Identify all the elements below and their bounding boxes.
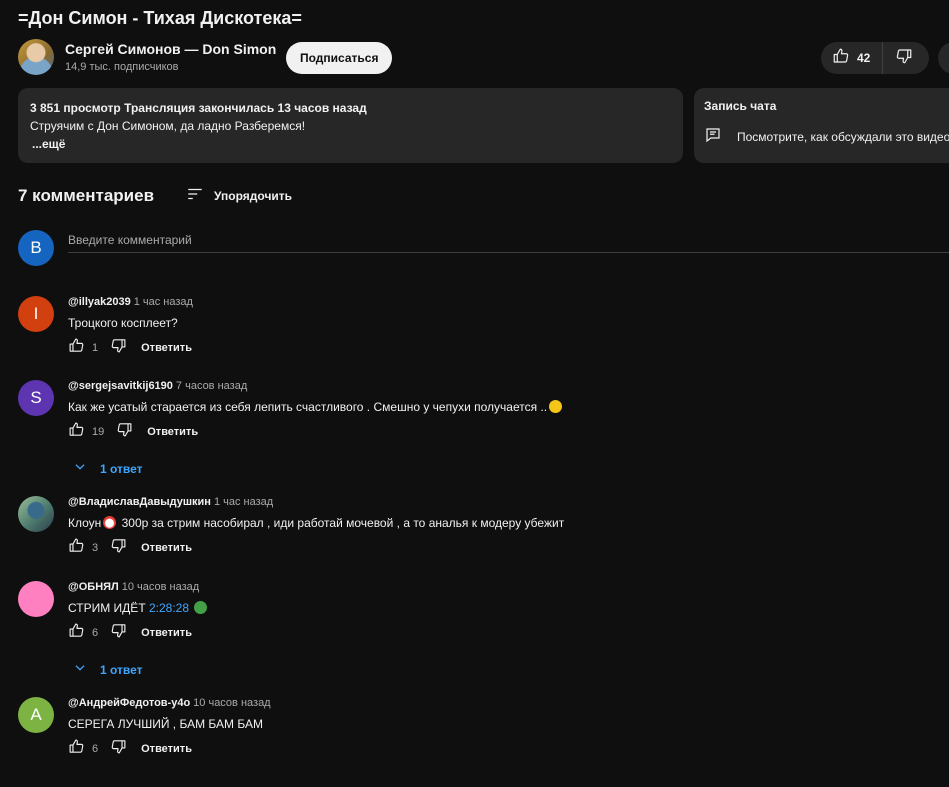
comment-like-button[interactable] xyxy=(68,622,85,644)
comment-dislike-button[interactable] xyxy=(116,421,133,443)
comment-like-button[interactable] xyxy=(68,537,85,559)
comments-header: 7 комментариев Упорядочить xyxy=(18,185,292,206)
user-avatar: В xyxy=(18,230,54,266)
like-count: 42 xyxy=(857,51,871,65)
green-circle-emoji xyxy=(194,601,208,614)
comment-like-button[interactable] xyxy=(68,738,85,760)
timestamp-link[interactable]: 2:28:28 xyxy=(149,601,189,615)
thumbs-down-icon xyxy=(110,337,127,359)
thumbs-down-icon xyxy=(110,622,127,644)
comment-text: Как же усатый старается из себя лепить с… xyxy=(68,400,564,414)
subscribe-button[interactable]: Подписаться xyxy=(286,42,393,74)
chevron-down-icon xyxy=(73,460,100,477)
comment-like-count: 6 xyxy=(92,743,99,755)
comment-like-button[interactable] xyxy=(68,337,85,359)
comment-author[interactable]: @АндрейФедотов-у4о xyxy=(68,697,190,709)
grinning-sweat-emoji xyxy=(549,400,563,413)
comment-text: Троцкого косплеет? xyxy=(68,316,178,330)
comment-author[interactable]: @illyak2039 xyxy=(68,296,131,308)
thumbs-up-icon xyxy=(68,622,85,644)
comment-time[interactable]: 10 часов назад xyxy=(122,581,199,593)
comment-time[interactable]: 7 часов назад xyxy=(176,380,247,392)
thumbs-up-icon xyxy=(68,337,85,359)
subscriber-count: 14,9 тыс. подписчиков xyxy=(65,61,179,73)
comment-text: Клоун 300р за стрим насобирал , иди рабо… xyxy=(68,516,565,530)
comment-avatar[interactable] xyxy=(18,496,54,532)
comment-time[interactable]: 1 час назад xyxy=(214,496,273,508)
thumbs-up-icon xyxy=(68,738,85,760)
comment-time[interactable]: 10 часов назад xyxy=(193,697,270,709)
comment-like-button[interactable] xyxy=(68,421,85,443)
thumbs-up-icon xyxy=(832,47,850,70)
chat-replay-title: Запись чата xyxy=(704,99,777,113)
description-text: Струячим с Дон Симоном, да ладно Разбере… xyxy=(30,119,306,133)
channel-name[interactable]: Сергей Симонов — Don Simon xyxy=(65,41,276,57)
replies-count: 1 ответ xyxy=(100,461,143,476)
sort-button[interactable]: Упорядочить xyxy=(186,185,292,206)
reply-button[interactable]: Ответить xyxy=(147,426,198,438)
view-count-and-date: 3 851 просмотр Трансляция закончилась 13… xyxy=(30,101,367,115)
chat-replay-text: Посмотрите, как обсуждали это видео xyxy=(737,129,949,144)
comments-count: 7 комментариев xyxy=(18,185,155,205)
comment-like-count: 3 xyxy=(92,542,99,554)
comment-dislike-button[interactable] xyxy=(110,622,127,644)
comment-text: СЕРЕГА ЛУЧШИЙ , БАМ БАМ БАМ xyxy=(68,717,263,731)
comment-time[interactable]: 1 час назад xyxy=(134,296,193,308)
comment-like-count: 19 xyxy=(92,426,105,438)
comment-avatar[interactable]: А xyxy=(18,697,54,733)
show-more-link[interactable]: ...ещё xyxy=(32,135,671,153)
channel-avatar[interactable] xyxy=(18,39,54,75)
view-replies-button[interactable]: 1 ответ xyxy=(73,460,143,477)
thumbs-down-icon xyxy=(110,738,127,760)
comment-dislike-button[interactable] xyxy=(110,738,127,760)
thumbs-up-icon xyxy=(68,537,85,559)
comment-dislike-button[interactable] xyxy=(110,337,127,359)
like-button[interactable]: 42 xyxy=(821,42,884,74)
comment-input[interactable]: Введите комментарий xyxy=(68,230,949,253)
reply-button[interactable]: Ответить xyxy=(141,627,192,639)
share-button[interactable] xyxy=(938,42,949,74)
comment-avatar[interactable]: S xyxy=(18,380,54,416)
sort-label: Упорядочить xyxy=(214,188,293,203)
replies-count: 1 ответ xyxy=(100,662,143,677)
comment-text: СТРИМ ИДЁТ 2:28:28 xyxy=(68,601,209,615)
like-dislike-group: 42 xyxy=(821,42,929,74)
comment-avatar[interactable]: I xyxy=(18,296,54,332)
comment-author[interactable]: @ВладиславДавыдушкин xyxy=(68,496,211,508)
reply-button[interactable]: Ответить xyxy=(141,542,192,554)
video-title: =Дон Симон - Тихая Дискотека= xyxy=(18,8,302,28)
reply-button[interactable]: Ответить xyxy=(141,743,192,755)
comment-avatar[interactable] xyxy=(18,581,54,617)
thumbs-down-icon xyxy=(895,47,913,70)
channel-row: Сергей Симонов — Don Simon 14,9 тыс. под… xyxy=(18,38,949,78)
reply-button[interactable]: Ответить xyxy=(141,342,192,354)
dislike-button[interactable] xyxy=(883,42,913,74)
chat-icon xyxy=(704,126,737,147)
view-replies-button[interactable]: 1 ответ xyxy=(73,661,143,678)
thumbs-up-icon xyxy=(68,421,85,443)
comment-like-count: 6 xyxy=(92,627,99,639)
comment-author[interactable]: @sergejsavitkij6190 xyxy=(68,380,173,392)
clown-emoji xyxy=(103,516,117,529)
comment-author[interactable]: @ОБНЯЛ xyxy=(68,581,119,593)
comment-like-count: 1 xyxy=(92,342,99,354)
comment-dislike-button[interactable] xyxy=(110,537,127,559)
chat-replay-box[interactable]: Запись чата Посмотрите, как обсуждали эт… xyxy=(694,88,949,163)
chevron-down-icon xyxy=(73,661,100,678)
sort-icon xyxy=(186,185,214,206)
thumbs-down-icon xyxy=(116,421,133,443)
description-box[interactable]: 3 851 просмотр Трансляция закончилась 13… xyxy=(18,88,683,163)
thumbs-down-icon xyxy=(110,537,127,559)
